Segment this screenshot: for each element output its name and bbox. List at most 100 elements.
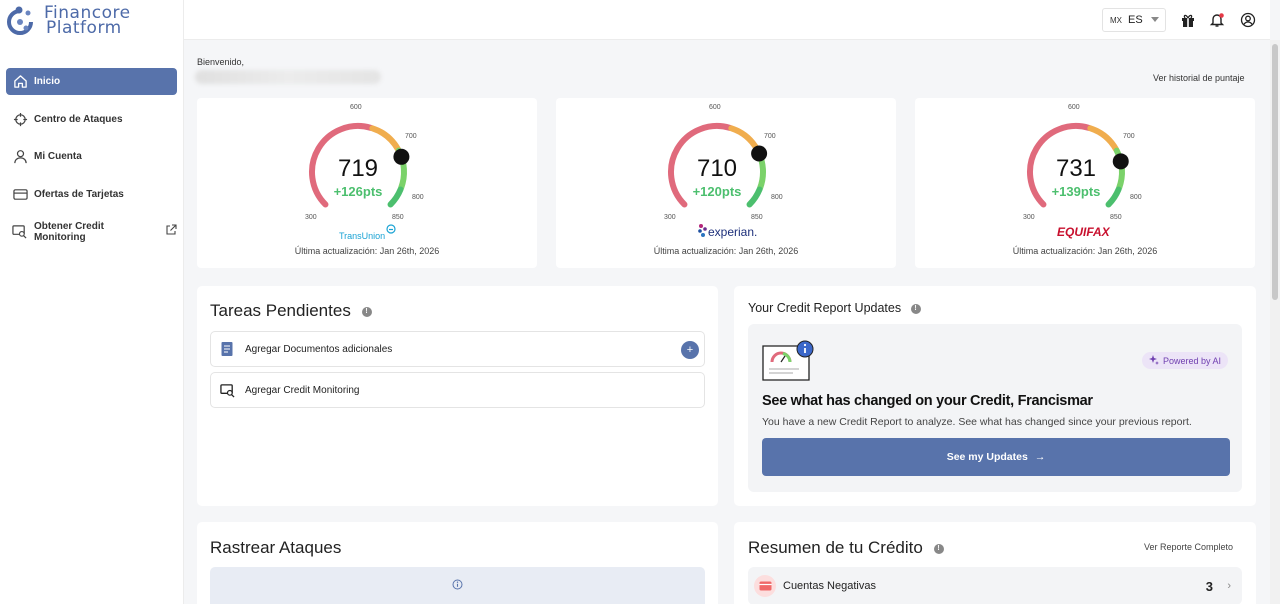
sidebar-item-label: Obtener Credit Monitoring [33, 220, 104, 243]
score-value: 731 [1055, 155, 1097, 182]
ai-badge: Powered by AI [1141, 352, 1228, 369]
gauge-segment [728, 125, 760, 153]
monitor-search-icon [12, 224, 28, 240]
gift-icon[interactable] [1180, 12, 1196, 28]
brand-name: Financore Platform [44, 3, 131, 38]
country-code: MX [1110, 15, 1122, 25]
button-label: See my Updates [946, 451, 1028, 463]
info-icon[interactable]: ! [933, 543, 944, 554]
sparkle-icon [1148, 354, 1159, 367]
bell-icon[interactable] [1209, 12, 1225, 28]
updates-headline: See what has changed on your Credit, Fra… [762, 393, 1093, 409]
score-gauge [1027, 123, 1129, 208]
tick-label: 300 [305, 214, 317, 221]
card-title: Tareas Pendientes ! [210, 301, 372, 321]
tick-label: 800 [1130, 194, 1142, 201]
score-gauge [309, 123, 410, 208]
full-report-link[interactable]: Ver Reporte Completo [1144, 542, 1233, 552]
sidebar-item-inicio[interactable]: Inicio [6, 68, 177, 95]
tick-label: 800 [412, 194, 424, 201]
page-scrollbar[interactable] [1270, 40, 1280, 604]
logo-icon [6, 4, 40, 38]
sidebar-item-centro-de-ataques[interactable]: Centro de Ataques [6, 106, 177, 133]
tick-label: 850 [751, 214, 763, 221]
crosshair-icon [12, 111, 28, 127]
welcome-text: Bienvenido, [197, 57, 245, 67]
chevron-down-icon [1151, 17, 1159, 22]
negative-accounts-row[interactable]: Cuentas Negativas 3 › [748, 567, 1242, 604]
experian-logo: experian. [708, 225, 758, 239]
transunion-logo: TransUnion [339, 231, 386, 241]
credit-card-icon [12, 186, 28, 202]
credit-updates-card: Your Credit Report Updates ! Powered by … [734, 286, 1256, 506]
tick-label: 700 [1123, 133, 1135, 140]
tick-label: 850 [392, 214, 404, 221]
last-updated: Última actualización: Jan 26th, 2026 [1012, 246, 1158, 256]
info-icon[interactable]: ! [361, 306, 372, 317]
track-attacks-card: Rastrear Ataques [197, 522, 718, 604]
monitor-search-icon [219, 382, 235, 398]
sidebar-item-label: Inicio [34, 76, 61, 87]
sidebar-item-label: Centro de Ataques [34, 113, 123, 125]
add-document-button[interactable]: + [681, 341, 699, 359]
card-title: Rastrear Ataques [210, 538, 342, 557]
credit-summary-card: Resumen de tu Crédito ! Ver Reporte Comp… [734, 522, 1256, 604]
arrow-right-icon: → [1034, 451, 1046, 463]
scrollbar-thumb[interactable] [1272, 44, 1278, 300]
row-label: Cuentas Negativas [783, 580, 876, 592]
tick-label: 850 [1110, 214, 1122, 221]
redacted-user-name [195, 70, 381, 84]
tick-label: 700 [764, 133, 776, 140]
user-icon [12, 149, 28, 165]
gauge-segment [369, 125, 401, 153]
document-icon [219, 341, 235, 357]
score-history-link[interactable]: Ver historial de puntaje [1153, 73, 1245, 83]
tick-label: 300 [664, 214, 676, 221]
task-add-credit-monitoring[interactable]: Agregar Credit Monitoring [210, 372, 705, 408]
tick-label: 600 [350, 104, 362, 111]
chevron-right-icon: › [1227, 580, 1231, 592]
updates-body: You have a new Credit Report to analyze.… [762, 416, 1192, 428]
info-icon[interactable]: ! [910, 303, 921, 314]
tick-label: 700 [405, 133, 417, 140]
updates-panel: Powered by AI See what has changed on yo… [748, 324, 1242, 492]
home-icon [12, 74, 28, 90]
sidebar: Financore Platform Inicio Centro de Ataq… [0, 0, 184, 604]
score-change: +139pts [1051, 184, 1101, 199]
last-updated: Última actualización: Jan 26th, 2026 [653, 246, 799, 256]
sidebar-item-obtener-credit-monitoring[interactable]: Obtener Credit Monitoring [6, 218, 177, 245]
card-title: Resumen de tu Crédito ! [748, 538, 944, 558]
see-updates-button[interactable]: See my Updates → [762, 438, 1230, 476]
gauge-card-equifax: 731 +139pts 600 700 800 850 300 EQUIFAX … [915, 98, 1255, 268]
score-value: 719 [337, 155, 379, 182]
sidebar-item-ofertas-de-tarjetas[interactable]: Ofertas de Tarjetas [6, 181, 177, 208]
gauge-segment [1087, 125, 1119, 153]
brand-logo[interactable]: Financore Platform [6, 4, 131, 38]
task-label: Agregar Credit Monitoring [245, 384, 360, 396]
last-updated: Última actualización: Jan 26th, 2026 [294, 246, 440, 256]
external-link-icon [165, 224, 177, 239]
language-code: ES [1128, 14, 1143, 26]
score-value: 710 [696, 155, 738, 182]
tick-label: 800 [771, 194, 783, 201]
task-label: Agregar Documentos adicionales [245, 343, 393, 355]
card-title: Your Credit Report Updates ! [748, 301, 921, 315]
score-gauge [668, 123, 768, 208]
sidebar-item-mi-cuenta[interactable]: Mi Cuenta [6, 143, 177, 170]
score-change: +126pts [333, 184, 383, 199]
score-change: +120pts [692, 184, 742, 199]
language-selector[interactable]: MX ES [1102, 8, 1166, 32]
account-circle-icon[interactable] [1240, 12, 1256, 28]
top-bar: MX ES [184, 0, 1270, 40]
pending-tasks-card: Tareas Pendientes ! Agregar Documentos a… [197, 286, 718, 506]
task-add-documents[interactable]: Agregar Documentos adicionales + [210, 331, 705, 367]
sidebar-item-label: Mi Cuenta [34, 151, 82, 162]
info-icon [452, 577, 463, 595]
row-count: 3 [1205, 578, 1213, 594]
tick-label: 600 [1068, 104, 1080, 111]
credit-report-illustration-icon [761, 340, 817, 387]
sidebar-item-label: Ofertas de Tarjetas [34, 188, 124, 200]
tick-label: 300 [1023, 214, 1035, 221]
equifax-logo: EQUIFAX [1057, 225, 1110, 239]
tick-label: 600 [709, 104, 721, 111]
